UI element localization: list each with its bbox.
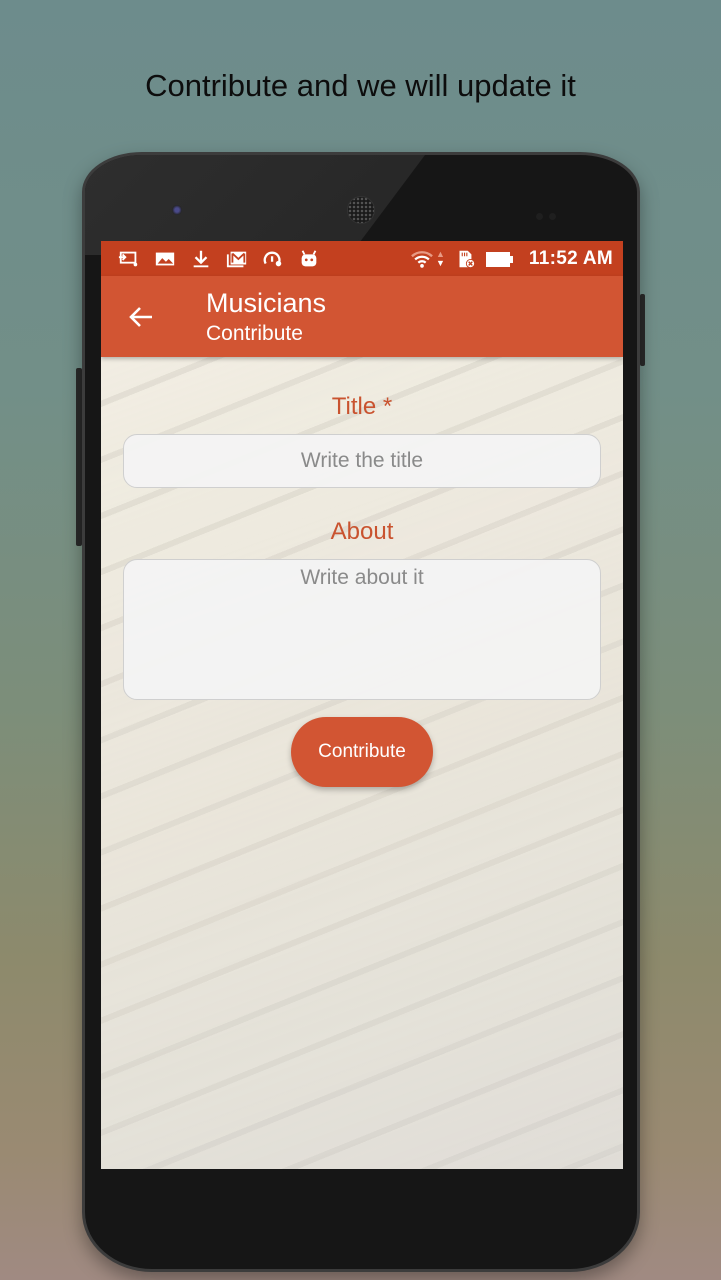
- title-label: Title *: [331, 393, 393, 420]
- sheet-music-background: [101, 241, 623, 1169]
- phone-power-button: [640, 294, 645, 366]
- app-title: Musicians: [206, 288, 327, 318]
- android-icon: [297, 249, 321, 269]
- promo-caption: Contribute and we will update it: [145, 68, 576, 103]
- app-bar: Musicians Contribute: [101, 276, 623, 357]
- speedometer-icon: [261, 249, 285, 269]
- battery-icon: [485, 249, 515, 269]
- arrow-left-icon: [129, 307, 152, 327]
- earpiece-speaker-icon: [347, 196, 375, 224]
- app-subtitle: Contribute: [206, 322, 303, 345]
- gmail-icon: [225, 249, 249, 269]
- back-button[interactable]: [123, 300, 159, 334]
- screen-cast-icon: [117, 249, 141, 269]
- phone-screen: ▲ ▼ 11:52 AM Musicians Contribute Title *…: [101, 241, 623, 1169]
- title-input[interactable]: Write the title: [123, 434, 601, 488]
- data-arrows-icon: ▲ ▼: [436, 248, 445, 268]
- image-icon: [153, 249, 177, 269]
- status-bar: ▲ ▼ 11:52 AM: [101, 241, 623, 276]
- wifi-icon: [410, 249, 434, 269]
- status-time: 11:52 AM: [528, 247, 613, 269]
- about-textarea[interactable]: Write about it: [123, 559, 601, 700]
- sd-card-error-icon: [453, 249, 477, 269]
- proximity-sensors: [536, 207, 564, 220]
- download-icon: [189, 249, 213, 269]
- about-label: About: [330, 518, 394, 545]
- contribute-button[interactable]: Contribute: [291, 717, 433, 787]
- front-camera-icon: [172, 205, 182, 215]
